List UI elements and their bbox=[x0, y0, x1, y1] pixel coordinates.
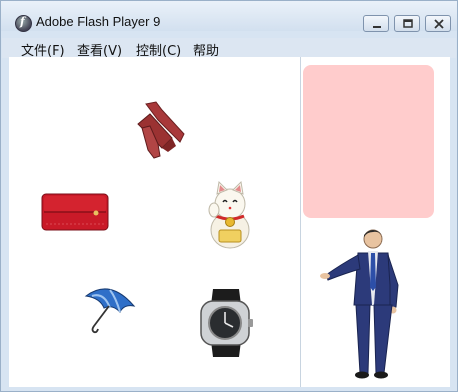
close-button[interactable] bbox=[425, 15, 451, 32]
minimize-button[interactable] bbox=[363, 15, 389, 32]
title-bar[interactable]: Adobe Flash Player 9 bbox=[1, 1, 457, 32]
red-wallet-image[interactable] bbox=[40, 190, 110, 234]
necktie-image[interactable] bbox=[132, 100, 188, 160]
maximize-button[interactable] bbox=[394, 15, 420, 32]
lucky-cat-image[interactable] bbox=[205, 180, 255, 250]
umbrella-image[interactable] bbox=[82, 282, 138, 334]
close-icon bbox=[434, 19, 444, 29]
drop-target-box[interactable] bbox=[303, 65, 434, 218]
businessman-figure bbox=[320, 229, 399, 379]
flash-player-icon bbox=[15, 15, 32, 32]
maximize-icon bbox=[403, 19, 413, 28]
stage-divider bbox=[300, 57, 301, 387]
minimize-icon bbox=[373, 26, 381, 28]
wristwatch-image[interactable] bbox=[193, 287, 257, 359]
menu-bar: 文件(F) 查看(V) 控制(C) 帮助 bbox=[2, 38, 456, 59]
window-title: Adobe Flash Player 9 bbox=[36, 14, 161, 29]
